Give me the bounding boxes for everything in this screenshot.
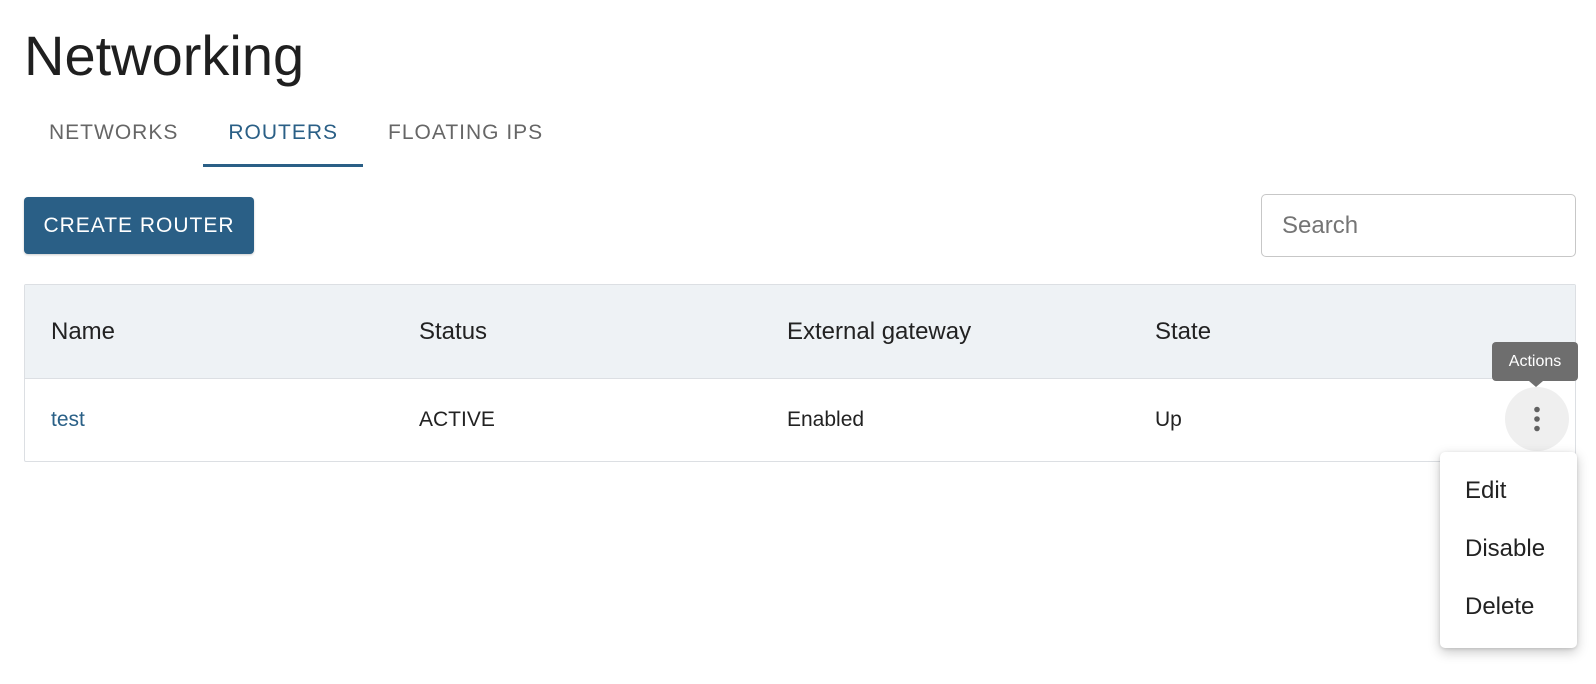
- cell-status: ACTIVE: [419, 408, 495, 431]
- tab-bar: NETWORKS ROUTERS FLOATING IPS: [24, 101, 568, 167]
- tab-routers[interactable]: ROUTERS: [203, 101, 364, 167]
- tab-floating-ips[interactable]: FLOATING IPS: [363, 101, 568, 167]
- cell-state: Up: [1155, 408, 1182, 431]
- page-title: Networking: [24, 24, 305, 87]
- table-header: Name Status External gateway State: [25, 285, 1575, 379]
- column-header-state: State: [1155, 317, 1212, 345]
- cell-name: test: [25, 408, 393, 432]
- tab-networks[interactable]: NETWORKS: [24, 101, 203, 167]
- row-actions-button[interactable]: [1505, 387, 1569, 451]
- search-input[interactable]: [1261, 194, 1576, 257]
- column-header-name: Name: [51, 317, 116, 345]
- column-header-external-gateway: External gateway: [787, 317, 972, 345]
- menu-item-delete[interactable]: Delete: [1440, 578, 1577, 636]
- table-row: test ACTIVE Enabled Up: [25, 379, 1575, 461]
- cell-external-gateway: Enabled: [787, 408, 865, 431]
- menu-item-edit[interactable]: Edit: [1440, 462, 1577, 520]
- actions-tooltip: Actions: [1492, 342, 1578, 381]
- menu-item-disable[interactable]: Disable: [1440, 520, 1577, 578]
- create-router-button[interactable]: CREATE ROUTER: [24, 197, 254, 254]
- router-name-link[interactable]: test: [51, 408, 85, 431]
- routers-table: Name Status External gateway State test …: [24, 284, 1576, 462]
- more-vert-icon: [1534, 406, 1540, 432]
- column-header-status: Status: [419, 317, 488, 345]
- actions-menu: Edit Disable Delete: [1440, 452, 1577, 648]
